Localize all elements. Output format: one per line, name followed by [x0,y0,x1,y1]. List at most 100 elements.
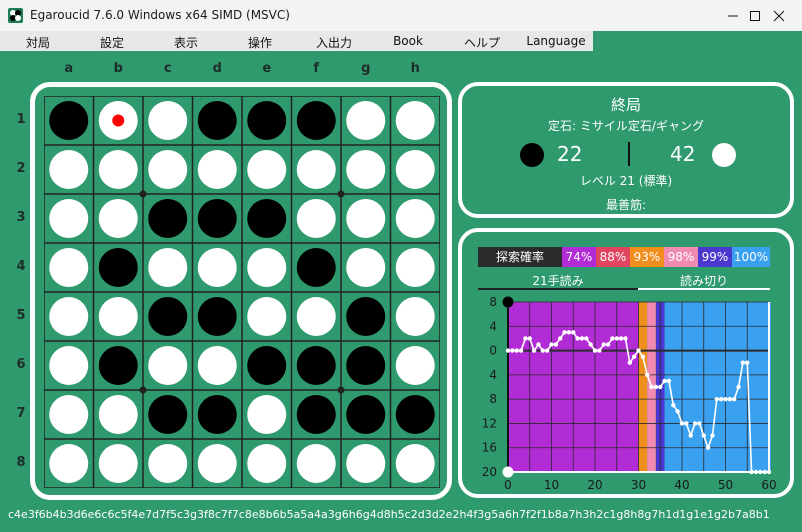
black-disc-f1 [296,101,336,140]
menu-settings[interactable]: 設定 [100,34,124,51]
menu-game[interactable]: 対局 [26,34,50,51]
evaluation-point [645,372,650,378]
x-tick-label: 0 [504,478,512,492]
black-disc-f7 [296,395,336,434]
menu-help[interactable]: ヘルプ [464,34,500,51]
evaluation-point [562,330,567,335]
evaluation-point [688,433,693,438]
evaluation-point [588,342,593,347]
black-disc-b4 [98,248,138,287]
white-disc-b7 [98,395,138,434]
score-divider [628,142,630,166]
evaluation-point [679,421,685,426]
menu-operation[interactable]: 操作 [248,34,272,51]
column-label: h [410,61,420,76]
white-disc-d8 [197,444,237,483]
white-disc-d6 [197,346,237,385]
menu-display[interactable]: 表示 [174,34,198,51]
evaluation-point [723,396,728,402]
white-disc-c4 [148,248,188,287]
board-frame [30,82,452,500]
white-disc-d2 [197,150,237,189]
white-disc-f8 [296,444,336,483]
white-disc-a8 [49,444,89,483]
black-disc-g6 [346,346,386,385]
white-disc-b5 [98,297,138,336]
evaluation-point [614,336,619,341]
evaluation-point [540,348,545,353]
white-disc-b2 [98,150,138,189]
white-disc-a4 [49,248,89,287]
white-disc-c6 [148,346,188,385]
close-button[interactable] [756,0,802,31]
othello-app-icon [8,8,23,23]
white-disc-h5 [395,297,435,336]
best-line: 最善筋: [605,198,647,212]
evaluation-point [631,354,637,359]
menu-io[interactable]: 入出力 [316,34,352,51]
white-disc-a5 [49,297,89,336]
menu-book[interactable]: Book [393,34,423,48]
graph-black-disc-icon [502,296,514,308]
column-label: b [113,61,123,76]
black-disc-c7 [148,395,188,434]
white-disc-f2 [296,150,336,189]
black-disc-g5 [346,297,386,336]
evaluation-point [749,469,754,475]
y-tick-label: 16 [482,441,497,455]
evaluation-point [544,348,550,353]
white-disc-icon [712,143,736,167]
evaluation-point [623,336,628,341]
close-icon [773,10,785,22]
probability-band [664,302,771,472]
evaluation-point [710,433,715,438]
evaluation-point [753,469,759,475]
white-disc-a6 [49,346,89,385]
evaluation-point [640,354,646,359]
row-label: 1 [16,111,26,127]
black-disc-h7 [395,395,435,434]
row-label: 8 [16,454,26,470]
white-disc-h3 [395,199,435,238]
evaluation-point [518,348,524,353]
black-disc-d5 [197,297,237,336]
othello-board[interactable] [44,96,440,488]
row-label: 3 [16,209,26,225]
y-tick-label: 12 [482,416,497,430]
black-disc-g7 [346,395,386,434]
evaluation-point [658,384,663,390]
evaluation-point [592,348,598,353]
evaluation-point [675,409,680,414]
menu-language[interactable]: Language [526,34,585,48]
evaluation-point [514,348,519,353]
row-label: 2 [16,160,26,176]
game-status: 終局 [610,96,641,114]
evaluation-point [527,336,532,341]
probability-legend: 探索確率 74% 88% 93% 98% 99% 100% [478,247,770,267]
evaluation-point [671,403,676,408]
column-label: d [212,61,222,76]
black-disc-f6 [296,346,336,385]
evaluation-point [718,396,724,402]
evaluation-point [553,342,559,347]
y-tick-label: 4 [489,319,497,333]
evaluation-point [732,396,737,402]
evaluation-point [684,421,689,426]
row-label: 7 [16,405,26,421]
white-disc-a7 [49,395,89,434]
white-disc-e4 [247,248,287,287]
midgame-mode-bar [478,288,638,290]
legend-item: 100% [732,247,770,267]
evaluation-point [666,378,672,384]
evaluation-point [714,396,719,402]
black-disc-d1 [197,101,237,140]
title-bar: Egaroucid 7.6.0 Windows x64 SIMD (MSVC) [0,0,802,31]
white-disc-h4 [395,248,435,287]
black-disc-d7 [197,395,237,434]
move-transcript[interactable]: c4e3f6b4b3d6e6c6c5f4e7d7f5c3g3f8c7f7c8e8… [8,508,802,521]
evaluation-point [523,336,528,341]
black-disc-e6 [247,346,287,385]
row-label: 5 [16,307,26,323]
white-disc-a2 [49,150,89,189]
evaluation-point [762,469,767,475]
